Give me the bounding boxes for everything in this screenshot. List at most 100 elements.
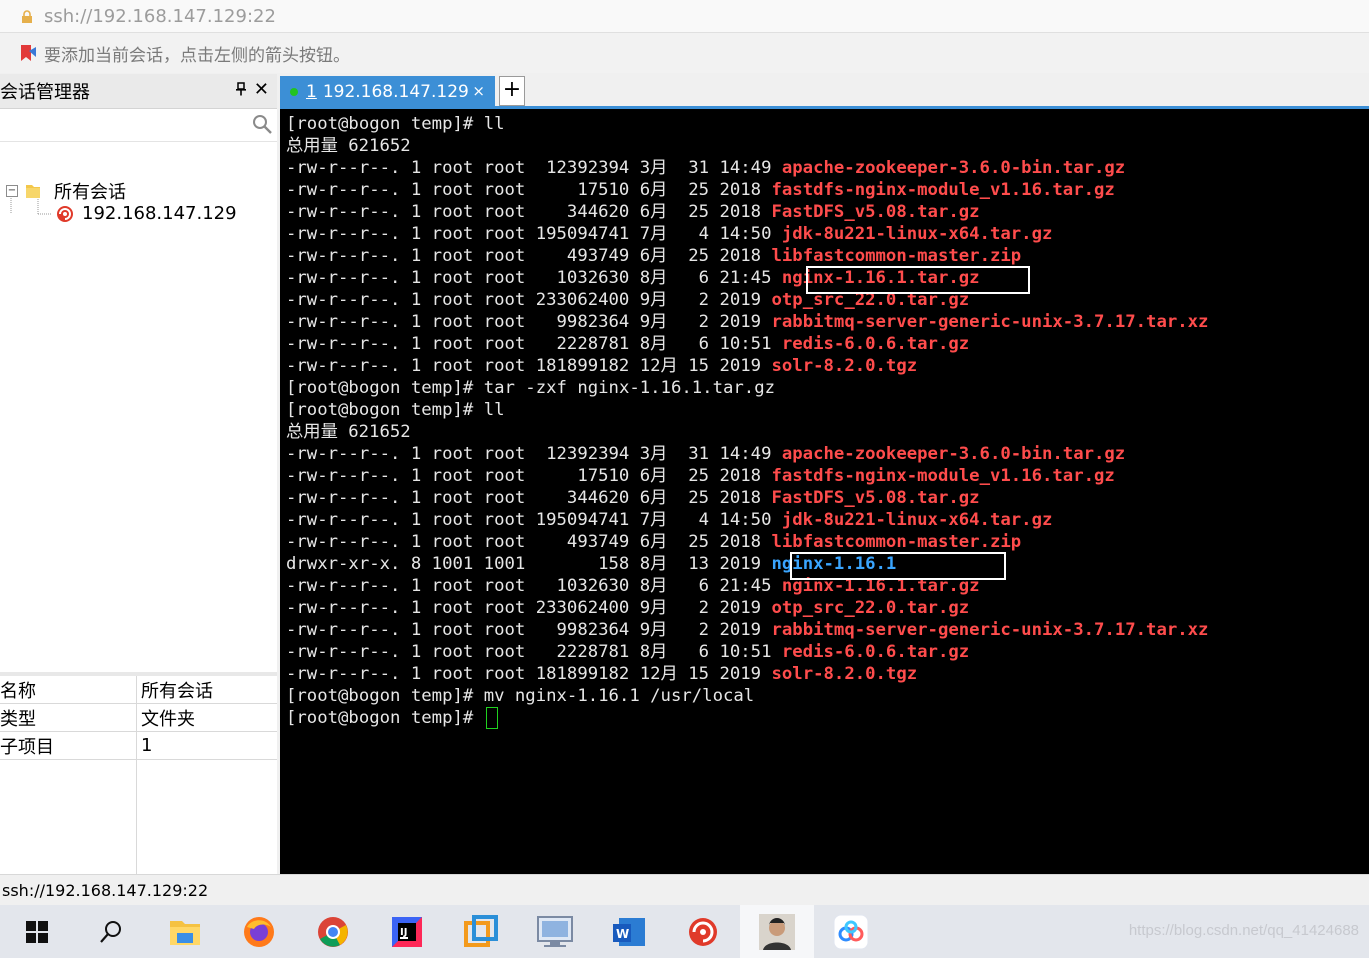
file-name: solr-8.2.0.tgz [771,664,918,684]
file-name: rabbitmq-server-generic-unix-3.7.17.tar.… [771,312,1209,332]
file-meta: -rw-r--r--. 1 root root 2228781 8月 6 10:… [286,334,782,354]
tree-root-label: 所有会话 [54,182,126,203]
terminal-command-line: [root@bogon temp]# ll [286,399,1208,421]
session-manager-title: 会话管理器 [0,82,90,103]
file-meta: -rw-r--r--. 1 root root 17510 6月 25 2018 [286,180,772,200]
file-meta: -rw-r--r--. 1 root root 233062400 9月 2 2… [286,598,772,618]
user-avatar-icon[interactable] [740,905,814,958]
pin-icon[interactable] [235,81,247,100]
listing-row: -rw-r--r--. 1 root root 493749 6月 25 201… [286,531,1208,553]
hint-bar: 要添加当前会话，点击左侧的箭头按钮。 [0,33,1369,73]
terminal-output: [root@bogon temp]# ll 总用量 621652 -rw-r--r-… [286,113,1208,729]
terminal-total-line: 总用量 621652 [286,421,1208,443]
shell-prompt: [root@bogon temp]# [286,708,484,728]
file-name: solr-8.2.0.tgz [771,356,918,376]
file-meta: -rw-r--r--. 1 root root 344620 6月 25 201… [286,202,772,222]
file-name: rabbitmq-server-generic-unix-3.7.17.tar.… [771,620,1209,640]
close-icon[interactable]: ✕ [254,79,269,100]
listing-row: -rw-r--r--. 1 root root 2228781 8月 6 10:… [286,641,1208,663]
address-url[interactable]: ssh://192.168.147.129:22 [44,6,276,27]
search-icon[interactable] [74,905,148,958]
file-name: fastdfs-nginx-module_v1.16.tar.gz [771,180,1115,200]
terminal-cursor[interactable] [485,707,498,729]
status-bar: ssh://192.168.147.129:22 [0,874,1369,905]
watermark-text: https://blog.csdn.net/qq_41424688 [1128,922,1359,939]
chrome-icon[interactable] [296,905,370,958]
intellij-icon[interactable]: IJ [370,905,444,958]
terminal-command-line: [root@bogon temp]# tar -zxf nginx-1.16.1… [286,377,1208,399]
file-meta: -rw-r--r--. 1 root root 12392394 3月 31 1… [286,158,782,178]
shell-command: ll [483,114,505,134]
property-value: 所有会话 [141,680,213,702]
tab-session[interactable]: 1 192.168.147.129 × [280,76,495,108]
word-icon[interactable]: W [592,905,666,958]
listing-row: -rw-r--r--. 1 root root 233062400 9月 2 2… [286,597,1208,619]
property-key: 类型 [0,704,137,731]
property-value: 文件夹 [141,708,195,730]
listing-row: -rw-r--r--. 1 root root 1032630 8月 6 21:… [286,575,1208,597]
search-icon[interactable] [251,113,273,135]
file-name: libfastcommon-master.zip [771,246,1022,266]
file-name: apache-zookeeper-3.6.0-bin.tar.gz [781,444,1126,464]
remote-desktop-icon[interactable] [518,905,592,958]
terminal-command-line: [root@bogon temp]# ll [286,113,1208,135]
svg-text:W: W [616,927,629,941]
shell-prompt: [root@bogon temp]# [286,378,484,398]
file-meta: -rw-r--r--. 1 root root 1032630 8月 6 21:… [286,268,782,288]
property-empty-area [0,760,277,876]
shell-command: tar -zxf nginx-1.16.1.tar.gz [483,378,776,398]
file-meta: -rw-r--r--. 1 root root 344620 6月 25 201… [286,488,772,508]
session-search-field[interactable] [0,109,277,142]
address-bar: ssh://192.168.147.129:22 [0,0,1369,33]
file-meta: -rw-r--r--. 1 root root 493749 6月 25 201… [286,532,772,552]
collapse-icon[interactable]: − [6,185,18,197]
properties-grid: 名称 所有会话 类型 文件夹 子项目 1 [0,672,277,878]
terminal-input-line: [root@bogon temp]# [286,707,1208,729]
tab-close-icon[interactable]: × [472,82,485,100]
connected-status-icon [290,88,298,96]
file-meta: -rw-r--r--. 1 root root 181899182 12月 15… [286,356,772,376]
listing-row: -rw-r--r--. 1 root root 17510 6月 25 2018… [286,179,1208,201]
file-meta: -rw-r--r--. 1 root root 12392394 3月 31 1… [286,444,782,464]
file-name: redis-6.0.6.tar.gz [781,642,970,662]
new-tab-button[interactable]: + [499,76,525,106]
file-meta: -rw-r--r--. 1 root root 17510 6月 25 2018 [286,466,772,486]
file-name: fastdfs-nginx-module_v1.16.tar.gz [771,466,1115,486]
file-meta: -rw-r--r--. 1 root root 9982364 9月 2 201… [286,620,772,640]
file-name: libfastcommon-master.zip [771,532,1022,552]
file-meta: -rw-r--r--. 1 root root 181899182 12月 15… [286,664,772,684]
firefox-icon[interactable] [222,905,296,958]
xshell-icon[interactable] [666,905,740,958]
listing-row: -rw-r--r--. 1 root root 493749 6月 25 201… [286,245,1208,267]
folder-icon [24,183,42,199]
listing-row: -rw-r--r--. 1 root root 181899182 12月 15… [286,663,1208,685]
session-manager-header: 会话管理器 ✕ [0,74,277,109]
file-name: FastDFS_v5.08.tar.gz [771,488,980,508]
file-name: FastDFS_v5.08.tar.gz [771,202,980,222]
status-text: ssh://192.168.147.129:22 [2,880,209,900]
file-meta: -rw-r--r--. 1 root root 9982364 9月 2 201… [286,312,772,332]
total-text: 总用量 621652 [286,136,411,156]
listing-row: -rw-r--r--. 1 root root 181899182 12月 15… [286,355,1208,377]
file-name: jdk-8u221-linux-x64.tar.gz [781,510,1053,530]
tab-number: 1 [306,82,317,102]
listing-row: -rw-r--r--. 1 root root 17510 6月 25 2018… [286,465,1208,487]
tree-root-all-sessions[interactable]: − 所有会话 [6,178,126,204]
session-tree: − 所有会话 192.168.147.129 [0,142,277,702]
file-name: redis-6.0.6.tar.gz [781,334,970,354]
baidu-netdisk-icon[interactable] [814,905,888,958]
file-explorer-icon[interactable] [148,905,222,958]
listing-row: -rw-r--r--. 1 root root 233062400 9月 2 2… [286,289,1208,311]
property-value: 1 [141,735,153,756]
vmware-icon[interactable] [444,905,518,958]
property-key: 名称 [0,676,137,703]
tree-item-session[interactable]: 192.168.147.129 [54,203,237,224]
highlight-box-directory [790,552,1006,580]
listing-row: -rw-r--r--. 1 root root 12392394 3月 31 1… [286,443,1208,465]
terminal[interactable]: [root@bogon temp]# ll 总用量 621652 -rw-r--r-… [280,109,1369,874]
file-meta: -rw-r--r--. 1 root root 1032630 8月 6 21:… [286,576,782,596]
file-name: apache-zookeeper-3.6.0-bin.tar.gz [781,158,1126,178]
file-name: jdk-8u221-linux-x64.tar.gz [781,224,1053,244]
start-icon[interactable] [0,905,74,958]
bookmark-arrow-icon[interactable] [18,43,38,63]
